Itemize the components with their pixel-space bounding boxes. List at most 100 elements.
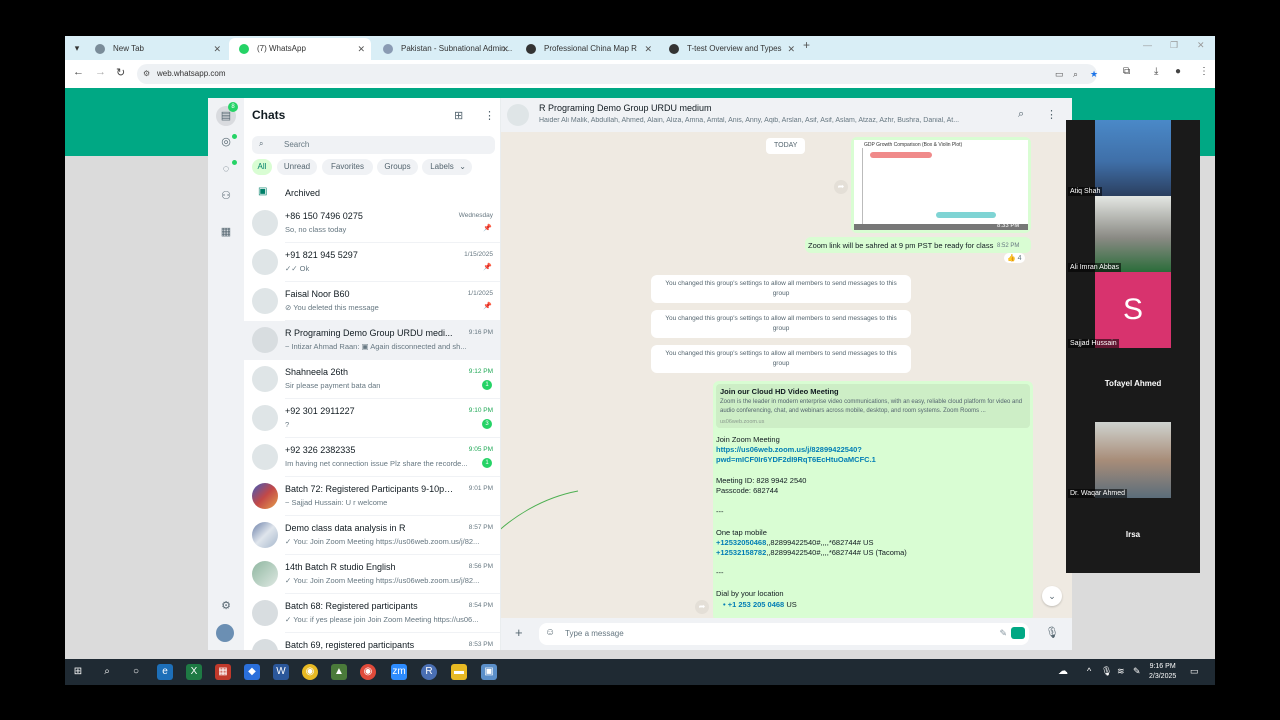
- participant-tile[interactable]: Dr. Waqar Ahmed: [1068, 422, 1171, 498]
- cast-icon[interactable]: ▭: [1055, 69, 1064, 80]
- chat-name: +86 150 7496 0275: [285, 211, 363, 221]
- chat-row[interactable]: Faisal Noor B60 1/1/2025 ⊘ You deleted t…: [244, 282, 500, 321]
- back-icon[interactable]: ←: [73, 66, 84, 78]
- site-info-icon[interactable]: ⚙: [143, 69, 150, 78]
- chat-last-message: Sir please payment bata dan: [285, 381, 381, 390]
- maximize-icon[interactable]: ❐: [1170, 40, 1178, 51]
- close-icon[interactable]: ✕: [357, 38, 365, 60]
- participant-tile[interactable]: Ali Imran Abbas: [1068, 196, 1171, 272]
- wifi-icon[interactable]: ≋: [1117, 666, 1125, 677]
- search-input[interactable]: ⌕ Search: [252, 136, 495, 154]
- chat-row[interactable]: Shahneela 26th 9:12 PM Sir please paymen…: [244, 360, 500, 399]
- new-tab-icon[interactable]: +: [803, 38, 810, 52]
- participant-tile[interactable]: Atiq Shah: [1068, 120, 1171, 196]
- chat-row[interactable]: Demo class data analysis in R 8:57 PM ✓ …: [244, 516, 500, 555]
- chat-row[interactable]: 14th Batch R studio English 8:56 PM ✓ Yo…: [244, 555, 500, 594]
- clock-date: 2/3/2025: [1149, 673, 1177, 680]
- filter-groups[interactable]: Groups: [377, 159, 418, 175]
- avatar: [252, 444, 278, 470]
- chat-row[interactable]: +92 301 2911227 9:10 PM ? 3: [244, 399, 500, 438]
- word-icon[interactable]: W: [273, 664, 289, 680]
- new-chat-icon[interactable]: ⊞: [454, 109, 463, 122]
- participant-name-only[interactable]: Tofayel Ahmed: [1066, 379, 1200, 388]
- close-icon[interactable]: ✕: [644, 38, 652, 60]
- archived-row[interactable]: ▣ Archived: [244, 183, 500, 203]
- tab-label: Professional China Map R: [544, 44, 637, 53]
- app-icon[interactable]: ▣: [481, 664, 497, 680]
- chat-row[interactable]: +91 821 945 5297 1/15/2025 ✓✓ Ok 📌: [244, 243, 500, 282]
- app-icon[interactable]: ▲: [331, 664, 347, 680]
- window-close-icon[interactable]: ✕: [1197, 40, 1205, 51]
- forward-icon[interactable]: →: [95, 66, 106, 78]
- chrome-icon[interactable]: ◉: [302, 664, 318, 680]
- tab-whatsapp[interactable]: (7) WhatsApp ✕: [229, 38, 371, 60]
- tab-new-tab[interactable]: New Tab ✕: [85, 38, 227, 60]
- url-field[interactable]: ⚙ web.whatsapp.com ▭ ⌕ ★: [137, 64, 1098, 84]
- tab-china-map[interactable]: Professional China Map R ✕: [516, 38, 658, 60]
- close-icon[interactable]: ✕: [787, 38, 795, 60]
- search-icon[interactable]: ⌕: [99, 664, 115, 680]
- communities-icon[interactable]: ⚇: [218, 188, 234, 204]
- chat-row[interactable]: +92 326 2382335 9:05 PM Im having net co…: [244, 438, 500, 477]
- search-placeholder: Search: [284, 140, 310, 149]
- clock[interactable]: 9:16 PM 2/3/2025: [1149, 662, 1176, 682]
- chat-name: 14th Batch R studio English: [285, 562, 396, 572]
- chat-row[interactable]: Batch 72: Registered Participants 9-10pm…: [244, 477, 500, 516]
- pin-icon: 📌: [483, 264, 492, 271]
- task-view-icon[interactable]: ○: [128, 664, 144, 680]
- avatar: [252, 249, 278, 275]
- tab-ttest[interactable]: T-test Overview and Types ✕: [659, 38, 801, 60]
- minimize-icon[interactable]: —: [1143, 40, 1152, 50]
- close-icon[interactable]: ✕: [501, 38, 509, 60]
- filter-all[interactable]: All: [252, 159, 272, 175]
- copilot-icon[interactable]: ◆: [244, 664, 260, 680]
- chat-last-message: ✓ You: Join Zoom Meeting https://us06web…: [285, 576, 480, 585]
- chrome-icon[interactable]: ◉: [360, 664, 376, 680]
- participant-name: Dr. Waqar Ahmed: [1068, 489, 1127, 498]
- profile-icon[interactable]: ●: [1175, 66, 1181, 77]
- chat-name: +92 301 2911227: [285, 406, 355, 416]
- microphone-icon[interactable]: 🎙: [1101, 666, 1112, 677]
- filter-favorites[interactable]: Favorites: [322, 159, 373, 175]
- participant-video: [1095, 196, 1171, 272]
- bookmark-star-icon[interactable]: ★: [1090, 69, 1098, 80]
- participant-name-only[interactable]: Irsa: [1066, 530, 1200, 539]
- app-icon[interactable]: ▦: [215, 664, 231, 680]
- excel-icon[interactable]: X: [186, 664, 202, 680]
- chat-row[interactable]: Batch 69, registered participants 8:53 P…: [244, 633, 500, 650]
- tab-label: New Tab: [113, 44, 144, 53]
- reload-icon[interactable]: ↻: [116, 66, 125, 79]
- menu-icon[interactable]: ⋮: [1199, 66, 1209, 77]
- profile-avatar[interactable]: [216, 624, 234, 642]
- settings-icon[interactable]: ⚙: [218, 598, 234, 614]
- tab-label: (7) WhatsApp: [257, 44, 306, 53]
- edge-icon[interactable]: e: [157, 664, 173, 680]
- pen-icon[interactable]: ✎: [1133, 666, 1141, 677]
- globe-icon: [95, 44, 105, 54]
- file-explorer-icon[interactable]: ▬: [451, 664, 467, 680]
- participant-initial: S: [1095, 272, 1171, 348]
- download-icon[interactable]: ⤓: [1154, 66, 1158, 77]
- chat-row-selected[interactable]: R Programing Demo Group URDU medi... 9:1…: [244, 321, 500, 360]
- filter-labels[interactable]: Labels ⌄: [422, 159, 472, 175]
- chat-time: 1/15/2025: [464, 251, 493, 258]
- windows-start-icon[interactable]: ⊞: [70, 664, 86, 680]
- r-icon[interactable]: R: [421, 664, 437, 680]
- participant-tile[interactable]: S Sajjad Hussain: [1068, 272, 1171, 348]
- zoom-app-icon[interactable]: zm: [391, 664, 407, 680]
- participant-video: [1095, 422, 1171, 498]
- chevron-up-icon[interactable]: ^: [1087, 666, 1091, 676]
- more-options-icon[interactable]: ⋮: [484, 109, 495, 122]
- business-tools-icon[interactable]: ▦: [218, 224, 234, 240]
- chat-row[interactable]: +86 150 7496 0275 Wednesday So, no class…: [244, 204, 500, 243]
- zoom-icon[interactable]: ⌕: [1073, 69, 1078, 80]
- weather-icon[interactable]: ☁: [1055, 664, 1071, 680]
- tab-search-icon[interactable]: ▾: [69, 40, 85, 56]
- close-icon[interactable]: ✕: [213, 38, 221, 60]
- chat-row[interactable]: Batch 68: Registered participants 8:54 P…: [244, 594, 500, 633]
- filter-unread[interactable]: Unread: [277, 159, 317, 175]
- chat-time: 8:53 PM: [468, 641, 493, 648]
- extensions-icon[interactable]: ⧉: [1123, 66, 1130, 77]
- tab-pakistan[interactable]: Pakistan - Subnational Admin... ✕: [373, 38, 515, 60]
- notifications-icon[interactable]: ▭: [1190, 666, 1199, 677]
